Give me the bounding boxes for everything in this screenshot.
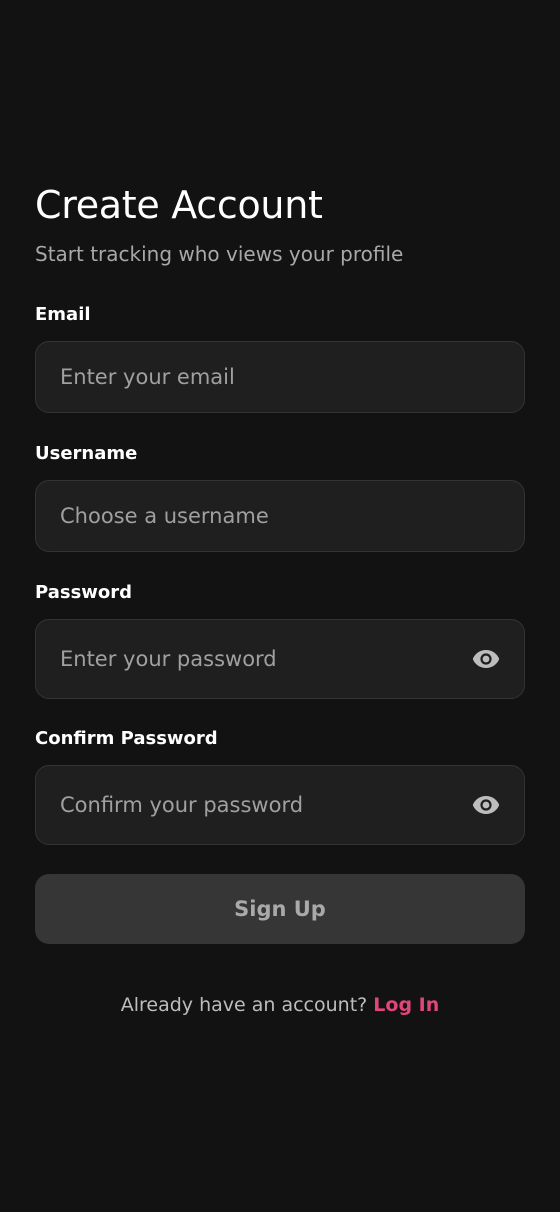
password-input[interactable] [36, 620, 524, 698]
sign-up-button[interactable]: Sign Up [35, 874, 525, 944]
eye-icon[interactable] [472, 795, 500, 815]
confirm-password-label: Confirm Password [35, 728, 218, 749]
email-field-group: Email [35, 303, 525, 413]
confirm-password-input-box [35, 765, 525, 845]
password-field-group: Password [35, 581, 525, 699]
password-label: Password [35, 582, 133, 603]
email-input[interactable] [36, 342, 524, 412]
email-input-box [35, 341, 525, 413]
username-input-box [35, 480, 525, 552]
confirm-password-input[interactable] [36, 766, 524, 844]
login-prompt: Already have an account? Log In [35, 994, 525, 1016]
password-input-box [35, 619, 525, 699]
signup-screen: Create Account Start tracking who views … [35, 181, 525, 1016]
email-label: Email [35, 304, 91, 325]
log-in-link[interactable]: Log In [373, 994, 439, 1016]
page-title: Create Account [35, 183, 323, 227]
page-subtitle: Start tracking who views your profile [35, 242, 404, 266]
username-input[interactable] [36, 481, 524, 551]
login-prompt-text: Already have an account? [120, 994, 368, 1016]
signup-form: Email Username Password Confi [35, 303, 525, 944]
username-field-group: Username [35, 442, 525, 552]
username-label: Username [35, 443, 138, 464]
confirm-password-field-group: Confirm Password [35, 727, 525, 845]
eye-icon[interactable] [472, 649, 500, 669]
